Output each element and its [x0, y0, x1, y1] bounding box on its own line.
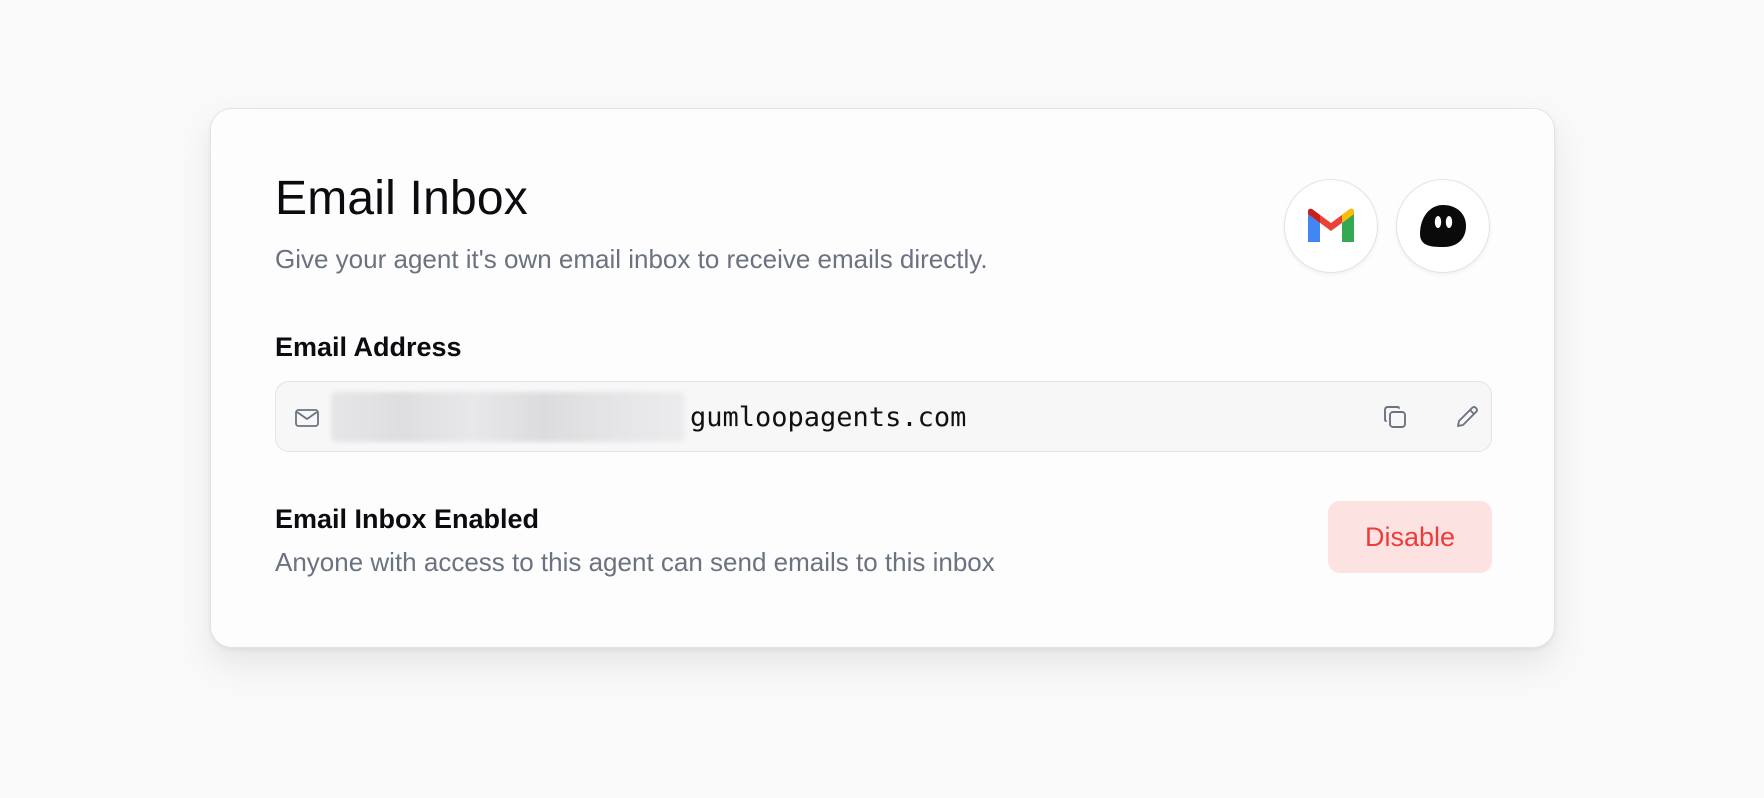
gmail-icon — [1308, 208, 1354, 242]
redacted-email-prefix — [331, 392, 685, 442]
pencil-icon — [1457, 406, 1478, 427]
gmail-logo — [1284, 179, 1378, 273]
mail-icon — [295, 409, 319, 427]
page-title: Email Inbox — [275, 172, 528, 225]
page-subtitle: Give your agent it's own email inbox to … — [275, 244, 988, 274]
inbox-enabled-title: Email Inbox Enabled — [275, 504, 540, 534]
email-address-label: Email Address — [275, 332, 462, 362]
copy-button[interactable] — [1374, 396, 1416, 438]
email-inbox-card: Email Inbox Give your agent it's own ema… — [210, 108, 1555, 648]
email-address-field[interactable]: gumloopagents.com — [275, 381, 1492, 452]
disable-button[interactable]: Disable — [1328, 501, 1492, 573]
email-domain: gumloopagents.com — [690, 402, 967, 433]
inbox-enabled-description: Anyone with access to this agent can sen… — [275, 547, 995, 577]
edit-button[interactable] — [1446, 396, 1488, 438]
copy-icon — [1384, 406, 1406, 428]
agent-logo-icon — [1420, 205, 1466, 247]
agent-logo — [1396, 179, 1490, 273]
